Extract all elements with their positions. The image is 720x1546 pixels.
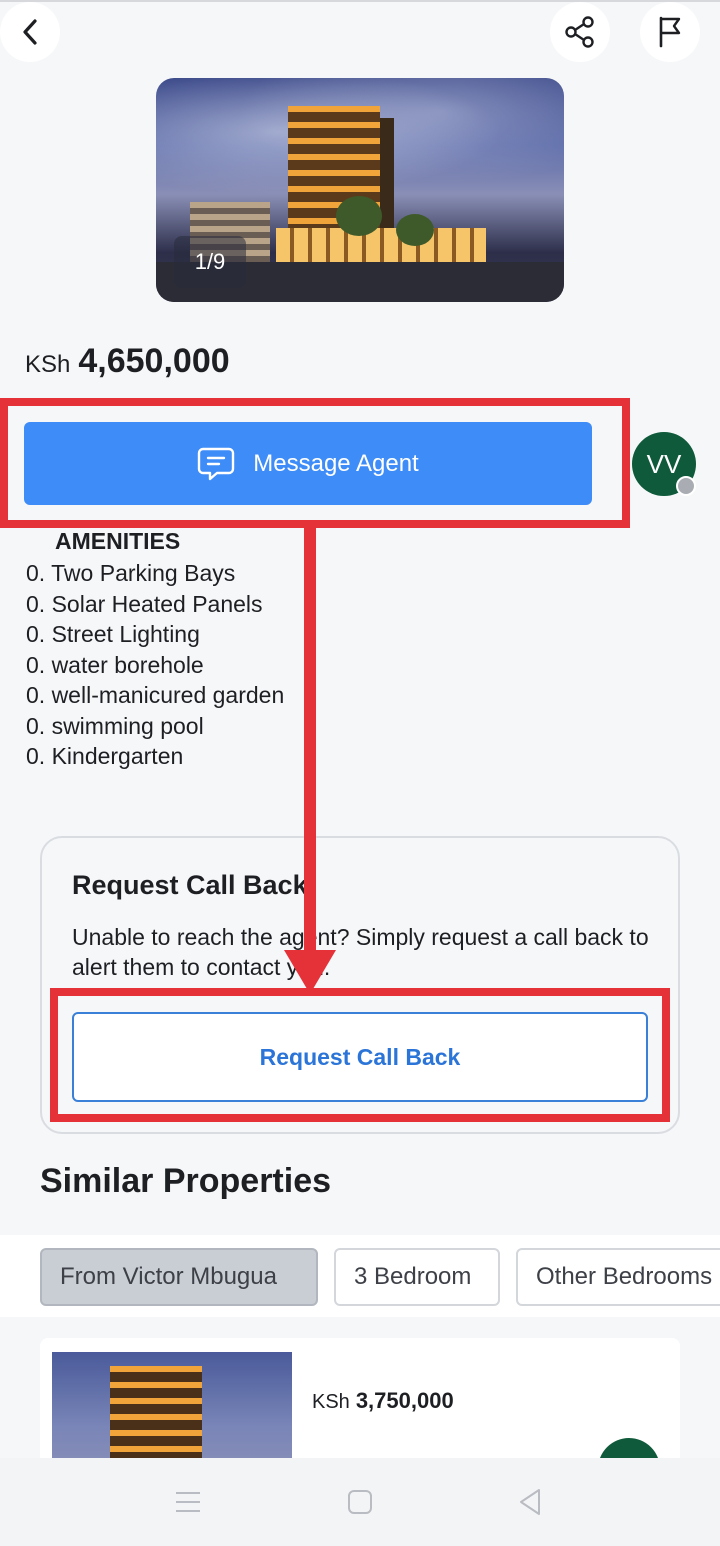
similar-property-price: KSh 3,750,000	[312, 1388, 454, 1414]
share-button[interactable]	[550, 2, 610, 62]
amenity-item: 0. swimming pool	[26, 712, 204, 739]
chevron-left-icon	[23, 19, 37, 45]
agent-initials: VV	[646, 448, 682, 479]
filter-chip-3-bedroom[interactable]: 3 Bedroom	[334, 1248, 500, 1306]
price-currency: KSh	[25, 351, 71, 378]
amenity-item: 0. Two Parking Bays	[26, 560, 236, 586]
flag-icon	[659, 16, 681, 48]
report-button[interactable]	[640, 2, 700, 62]
home-button[interactable]	[340, 1484, 380, 1520]
amenities-title: AMENITIES	[55, 528, 181, 554]
request-call-back-text: Unable to reach the agent? Simply reques…	[72, 924, 649, 980]
amenity-item: 0. water borehole	[26, 651, 204, 678]
amenity-item: 0. well-manicured garden	[26, 682, 285, 708]
recent-apps-button[interactable]	[168, 1484, 208, 1520]
similar-price-amount: 3,750,000	[355, 1388, 454, 1413]
filter-chip-agent[interactable]: From Victor Mbugua	[40, 1248, 318, 1306]
share-icon	[565, 16, 594, 48]
request-call-back-title: Request Call Back	[72, 870, 308, 900]
annotation-arrow-shaft	[304, 526, 316, 952]
menu-lines-icon	[176, 1492, 200, 1512]
photo-tree	[396, 214, 434, 246]
amenity-item: 0. Street Lighting	[26, 621, 200, 647]
similar-properties-title: Similar Properties	[40, 1162, 332, 1200]
price-amount: 4,650,000	[78, 342, 230, 380]
amenity-item: 0. Solar Heated Panels	[26, 590, 263, 617]
photo-tree	[336, 196, 382, 236]
system-back-button[interactable]	[510, 1484, 550, 1520]
listing-price: KSh 4,650,000	[25, 342, 230, 381]
annotation-box-message-agent	[0, 398, 630, 528]
annotation-box-call-back	[50, 988, 670, 1122]
agent-status-dot	[676, 476, 696, 496]
similar-price-currency: KSh	[312, 1391, 350, 1413]
amenities-list: 0. Two Parking Bays 0. Solar Heated Pane…	[26, 558, 284, 772]
amenity-item: 0. Kindergarten	[26, 743, 184, 769]
triangle-back-icon	[520, 1489, 540, 1515]
square-icon	[348, 1490, 372, 1514]
filter-chip-other-bedrooms[interactable]: Other Bedrooms	[516, 1248, 720, 1306]
back-button[interactable]	[0, 2, 60, 62]
property-photo-gallery[interactable]: 1/9	[156, 78, 564, 302]
top-divider	[0, 0, 720, 2]
photo-counter: 1/9	[174, 236, 246, 288]
